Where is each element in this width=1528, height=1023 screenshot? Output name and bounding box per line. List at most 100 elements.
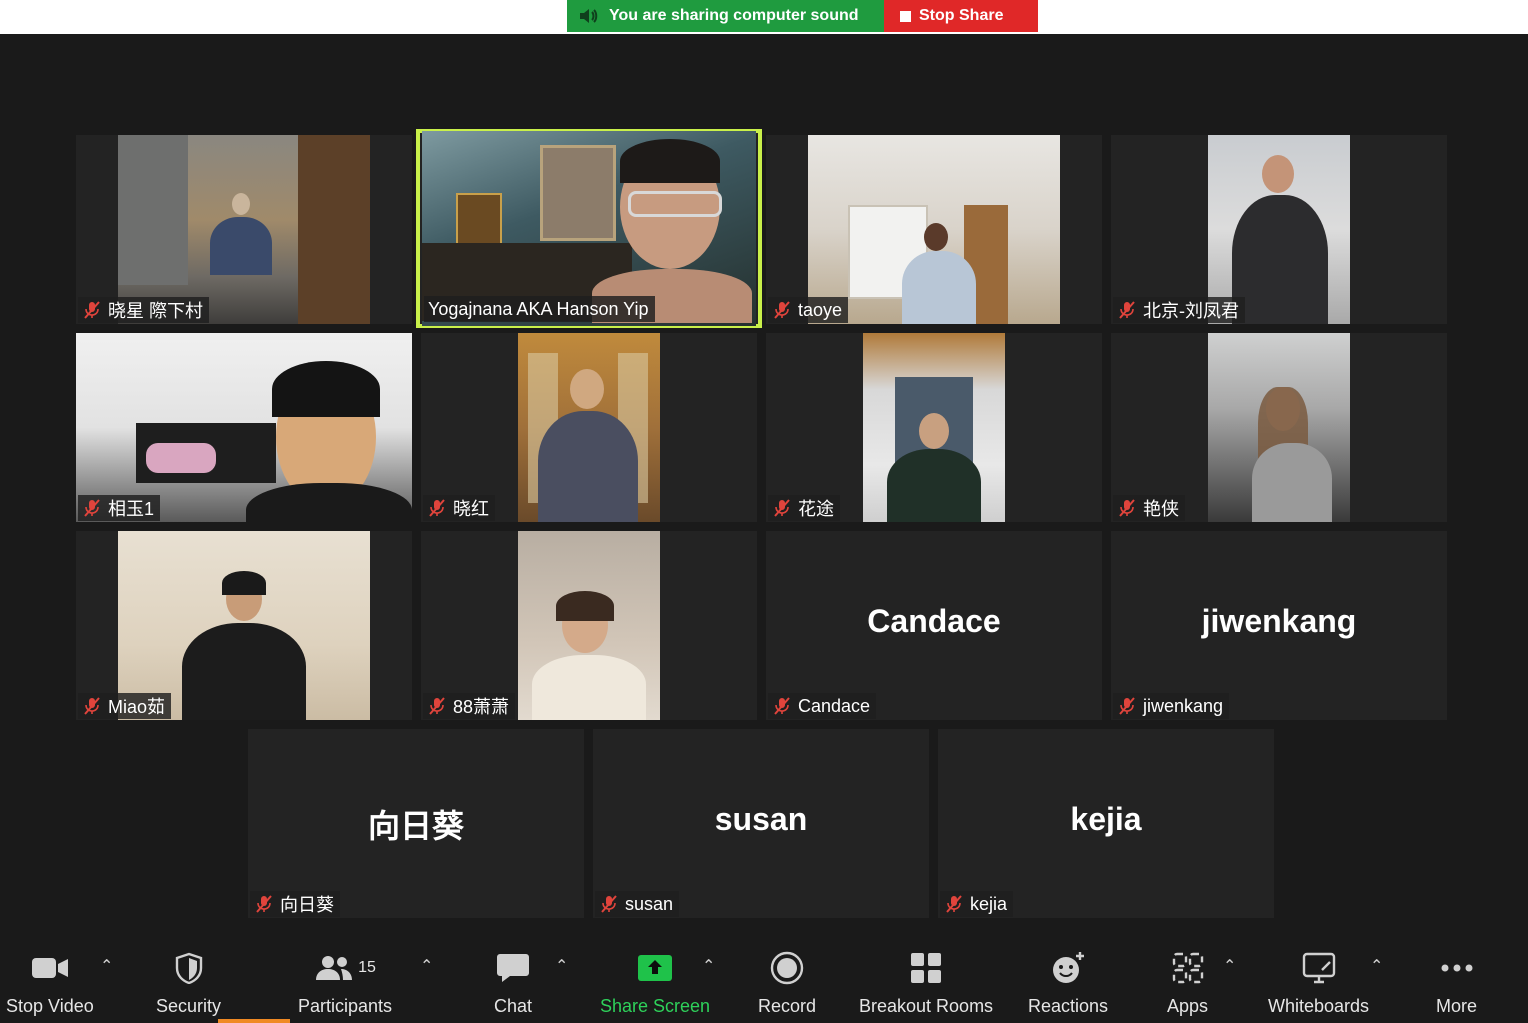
participant-tile-no-video[interactable]: jiwenkang jiwenkang — [1111, 531, 1447, 720]
participant-name: taoye — [798, 299, 843, 320]
muted-mic-icon — [774, 499, 790, 517]
participant-tile[interactable]: 晓红 — [421, 333, 757, 522]
reactions-button[interactable]: Reactions — [1028, 948, 1108, 1017]
participant-tile[interactable]: taoye — [766, 135, 1102, 324]
reactions-label: Reactions — [1028, 996, 1109, 1016]
participant-name: 向日葵 — [280, 895, 334, 915]
shield-icon — [175, 952, 202, 984]
share-screen-icon — [638, 955, 673, 981]
video-feed — [518, 531, 660, 720]
participant-tile-no-video[interactable]: kejia kejia — [938, 729, 1274, 918]
smiley-add-icon — [1053, 952, 1085, 983]
sharing-sound-text: You are sharing computer sound — [609, 7, 859, 24]
participant-tile-no-video[interactable]: susan susan — [593, 729, 929, 918]
video-feed — [518, 333, 660, 522]
participant-name: 晓星 際下村 — [108, 301, 204, 321]
whiteboards-button[interactable]: Whiteboards — [1268, 948, 1369, 1017]
participant-name-tag: Yogajnana AKA Hanson Yip — [424, 296, 655, 322]
participant-display-name: 向日葵 — [367, 808, 464, 844]
share-screen-button[interactable]: Share Screen — [600, 948, 710, 1017]
participant-name-tag: Miao茹 — [78, 693, 172, 719]
participant-tile-active-speaker[interactable]: Yogajnana AKA Hanson Yip — [416, 129, 762, 328]
muted-mic-icon — [84, 697, 100, 715]
share-screen-label: Share Screen — [600, 996, 711, 1016]
participant-name: kejia — [970, 893, 1008, 914]
whiteboards-label: Whiteboards — [1268, 996, 1370, 1016]
meeting-toolbar: Stop Video ⌃ Security 15 Participants ⌃ … — [0, 942, 1528, 1023]
sharing-sound-indicator: You are sharing computer sound — [567, 0, 884, 32]
participant-name: 88萧萧 — [453, 697, 510, 717]
participants-options-chevron-icon[interactable]: ⌃ — [420, 956, 433, 976]
stop-icon — [900, 10, 911, 22]
video-feed — [76, 333, 412, 522]
stop-share-button[interactable]: Stop Share — [884, 0, 1038, 32]
participant-name-tag: 晓星 際下村 — [78, 297, 210, 323]
participant-name: 晓红 — [453, 499, 489, 519]
participant-tile-no-video[interactable]: 向日葵 向日葵 — [248, 729, 584, 918]
muted-mic-icon — [1119, 301, 1135, 319]
muted-mic-icon — [601, 895, 617, 913]
participant-name: susan — [625, 893, 674, 914]
video-camera-icon — [31, 958, 68, 978]
breakout-rooms-icon — [911, 953, 942, 983]
participant-name: 相玉1 — [108, 499, 155, 519]
sharing-banner: You are sharing computer sound Stop Shar… — [567, 0, 1038, 32]
video-gallery: 晓星 際下村 Yogajnana AKA Hanson Yip taoye 北京… — [0, 34, 1528, 942]
speaker-icon — [580, 9, 598, 23]
more-label: More — [1436, 996, 1478, 1016]
participant-name: Candace — [798, 695, 871, 716]
muted-mic-icon — [256, 895, 272, 913]
participant-tile[interactable]: 花途 — [766, 333, 1102, 522]
muted-mic-icon — [84, 499, 100, 517]
breakout-rooms-label: Breakout Rooms — [859, 996, 994, 1016]
participant-name-tag: susan — [595, 891, 680, 917]
chat-options-chevron-icon[interactable]: ⌃ — [555, 956, 568, 976]
video-feed — [808, 135, 1060, 324]
whiteboard-icon — [1302, 952, 1335, 984]
video-feed — [118, 531, 370, 720]
more-dots-icon — [1441, 964, 1472, 972]
apps-button[interactable]: Apps — [1167, 948, 1208, 1017]
participant-name-tag: 相玉1 — [78, 495, 161, 521]
participant-name-tag: 晓红 — [423, 495, 495, 521]
apps-options-chevron-icon[interactable]: ⌃ — [1223, 956, 1236, 976]
muted-mic-icon — [946, 895, 962, 913]
participant-name-tag: 88萧萧 — [423, 693, 516, 719]
share-options-chevron-icon[interactable]: ⌃ — [702, 956, 715, 976]
breakout-rooms-button[interactable]: Breakout Rooms — [859, 948, 993, 1017]
participant-name-tag: kejia — [940, 891, 1014, 917]
participant-name-tag: taoye — [768, 297, 849, 323]
participant-tile[interactable]: 相玉1 — [76, 333, 412, 522]
video-feed — [863, 333, 1005, 522]
record-button[interactable]: Record — [758, 948, 816, 1017]
participant-tile-no-video[interactable]: Candace Candace — [766, 531, 1102, 720]
muted-mic-icon — [1119, 499, 1135, 517]
participants-icon — [316, 956, 353, 980]
chat-label: Chat — [494, 996, 533, 1016]
security-label: Security — [156, 996, 222, 1016]
chat-bubble-icon — [497, 954, 530, 982]
participant-tile[interactable]: Miao茹 — [76, 531, 412, 720]
participant-tile[interactable]: 艳侠 — [1111, 333, 1447, 522]
muted-mic-icon — [774, 301, 790, 319]
video-options-chevron-icon[interactable]: ⌃ — [100, 956, 113, 976]
stop-video-button[interactable]: Stop Video — [6, 948, 94, 1017]
participant-display-name: jiwenkang — [1201, 603, 1357, 639]
participant-name-tag: 花途 — [768, 495, 840, 521]
whiteboards-options-chevron-icon[interactable]: ⌃ — [1370, 956, 1383, 976]
participant-name: 北京-刘凤君 — [1143, 301, 1239, 321]
stop-share-label: Stop Share — [919, 7, 1004, 24]
participant-name-tag: 向日葵 — [250, 891, 340, 917]
participant-tile[interactable]: 北京-刘凤君 — [1111, 135, 1447, 324]
participants-button[interactable]: 15 Participants — [298, 948, 392, 1017]
chat-button[interactable]: Chat — [494, 948, 532, 1017]
participant-name: 艳侠 — [1143, 499, 1179, 519]
participant-name: jiwenkang — [1143, 695, 1224, 716]
participant-tile[interactable]: 晓星 際下村 — [76, 135, 412, 324]
more-button[interactable]: More — [1436, 948, 1477, 1017]
muted-mic-icon — [774, 697, 790, 715]
apps-label: Apps — [1167, 996, 1209, 1016]
security-button[interactable]: Security — [156, 948, 221, 1017]
participant-display-name: kejia — [1070, 801, 1142, 837]
participant-tile[interactable]: 88萧萧 — [421, 531, 757, 720]
